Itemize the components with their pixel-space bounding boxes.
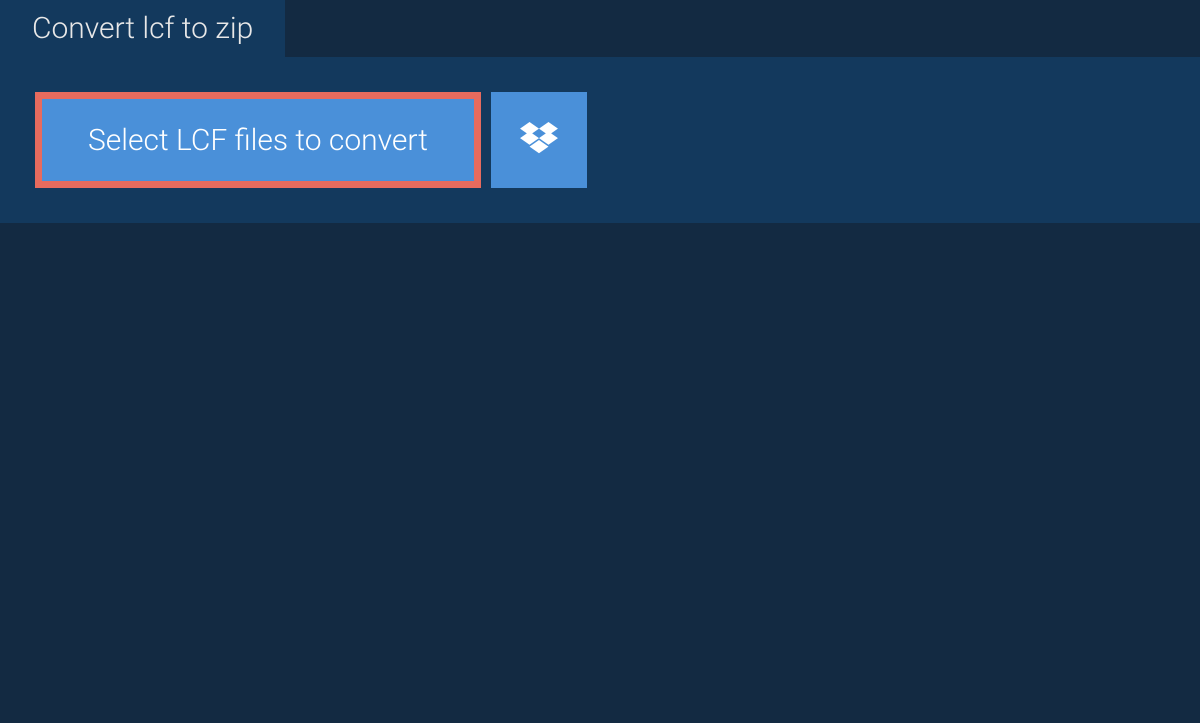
select-files-button[interactable]: Select LCF files to convert bbox=[35, 92, 481, 188]
dropbox-icon bbox=[520, 122, 558, 158]
active-tab[interactable]: Convert lcf to zip bbox=[0, 0, 285, 57]
dropbox-button[interactable] bbox=[491, 92, 587, 188]
content-panel: Convert lcf to zip Select LCF files to c… bbox=[0, 57, 1200, 223]
bottom-area bbox=[0, 223, 1200, 723]
tab-title: Convert lcf to zip bbox=[32, 11, 253, 46]
select-files-label: Select LCF files to convert bbox=[88, 123, 428, 158]
button-row: Select LCF files to convert bbox=[0, 57, 1200, 223]
